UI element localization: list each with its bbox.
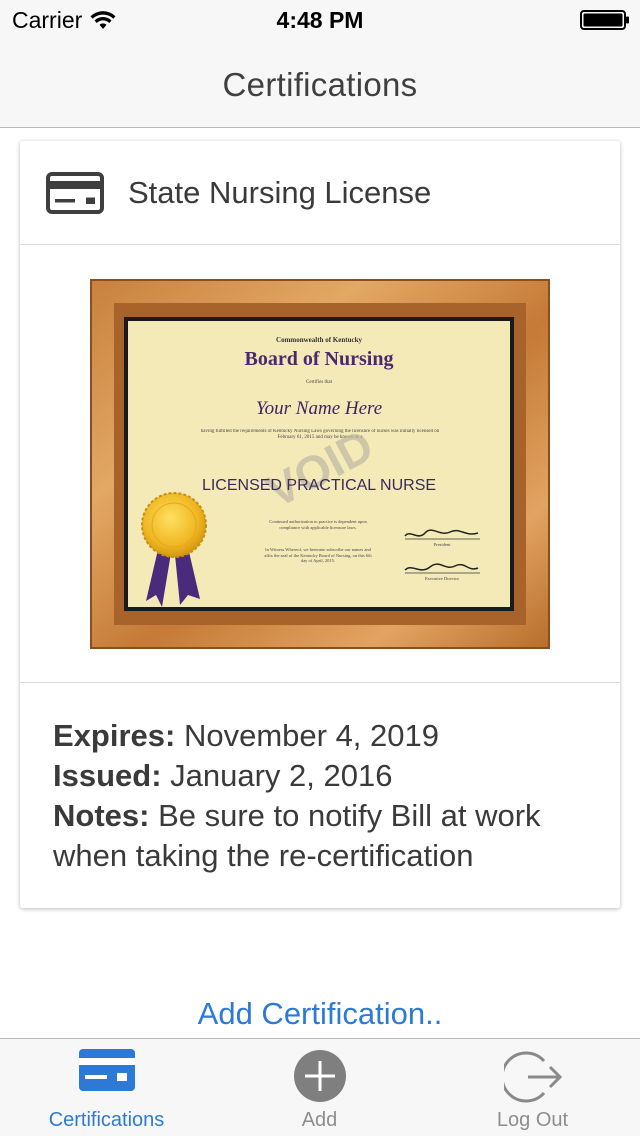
navigation-bar: Certifications bbox=[0, 40, 640, 128]
certification-details: Expires: November 4, 2019 Issued: Januar… bbox=[53, 716, 603, 876]
cert-sig2: Executive Director bbox=[425, 576, 460, 581]
cert-designation: LICENSED PRACTICAL NURSE bbox=[202, 477, 436, 494]
add-certification-link[interactable]: Add Certification.. bbox=[0, 996, 640, 1032]
card-header: State Nursing License bbox=[20, 141, 620, 245]
credit-card-icon bbox=[46, 172, 104, 214]
issued-value: January 2, 2016 bbox=[161, 758, 393, 793]
tab-certifications[interactable]: Certifications bbox=[0, 1039, 213, 1136]
tab-certifications-label: Certifications bbox=[48, 1109, 165, 1131]
cert-footer-left: Continued authorization to practice is d… bbox=[269, 519, 367, 530]
cert-sig1: President bbox=[434, 542, 451, 547]
cert-name: Your Name Here bbox=[256, 398, 382, 419]
status-bar: Carrier 4:48 PM bbox=[0, 0, 640, 40]
notes-label: Notes: bbox=[53, 798, 150, 833]
cert-footer-left2: In Witness Whereof, we hereunto subscrib… bbox=[264, 547, 372, 563]
certification-title: State Nursing License bbox=[128, 175, 432, 210]
cert-certifies: Certifies that bbox=[306, 380, 333, 385]
issued-label: Issued: bbox=[53, 758, 162, 793]
tab-bar: Certifications Add Log Out bbox=[0, 1038, 640, 1136]
page-title: Certifications bbox=[222, 66, 418, 103]
certification-card[interactable]: State Nursing License Commonwealth of Ke… bbox=[20, 141, 620, 908]
tab-add[interactable]: Add bbox=[213, 1039, 426, 1136]
notes-row: Notes: Be sure to notify Bill at work wh… bbox=[53, 796, 603, 876]
cert-org-small: Commonwealth of Kentucky bbox=[276, 336, 362, 344]
status-time: 4:48 PM bbox=[276, 7, 364, 33]
expires-label: Expires: bbox=[53, 718, 176, 753]
expires-value: November 4, 2019 bbox=[175, 718, 439, 753]
expires-row: Expires: November 4, 2019 bbox=[53, 716, 603, 756]
cert-org: Board of Nursing bbox=[245, 348, 394, 370]
battery-icon bbox=[580, 10, 629, 30]
plus-circle-icon bbox=[293, 1050, 346, 1102]
credit-card-icon bbox=[78, 1049, 135, 1091]
certificate-image[interactable]: Commonwealth of Kentucky Board of Nursin… bbox=[90, 279, 550, 649]
issued-row: Issued: January 2, 2016 bbox=[53, 756, 603, 796]
certificate-image-area: Commonwealth of Kentucky Board of Nursin… bbox=[20, 245, 620, 683]
tab-log-out-label: Log Out bbox=[496, 1109, 569, 1131]
tab-add-label: Add bbox=[301, 1109, 338, 1131]
logout-icon bbox=[503, 1051, 562, 1103]
tab-log-out[interactable]: Log Out bbox=[426, 1039, 639, 1136]
